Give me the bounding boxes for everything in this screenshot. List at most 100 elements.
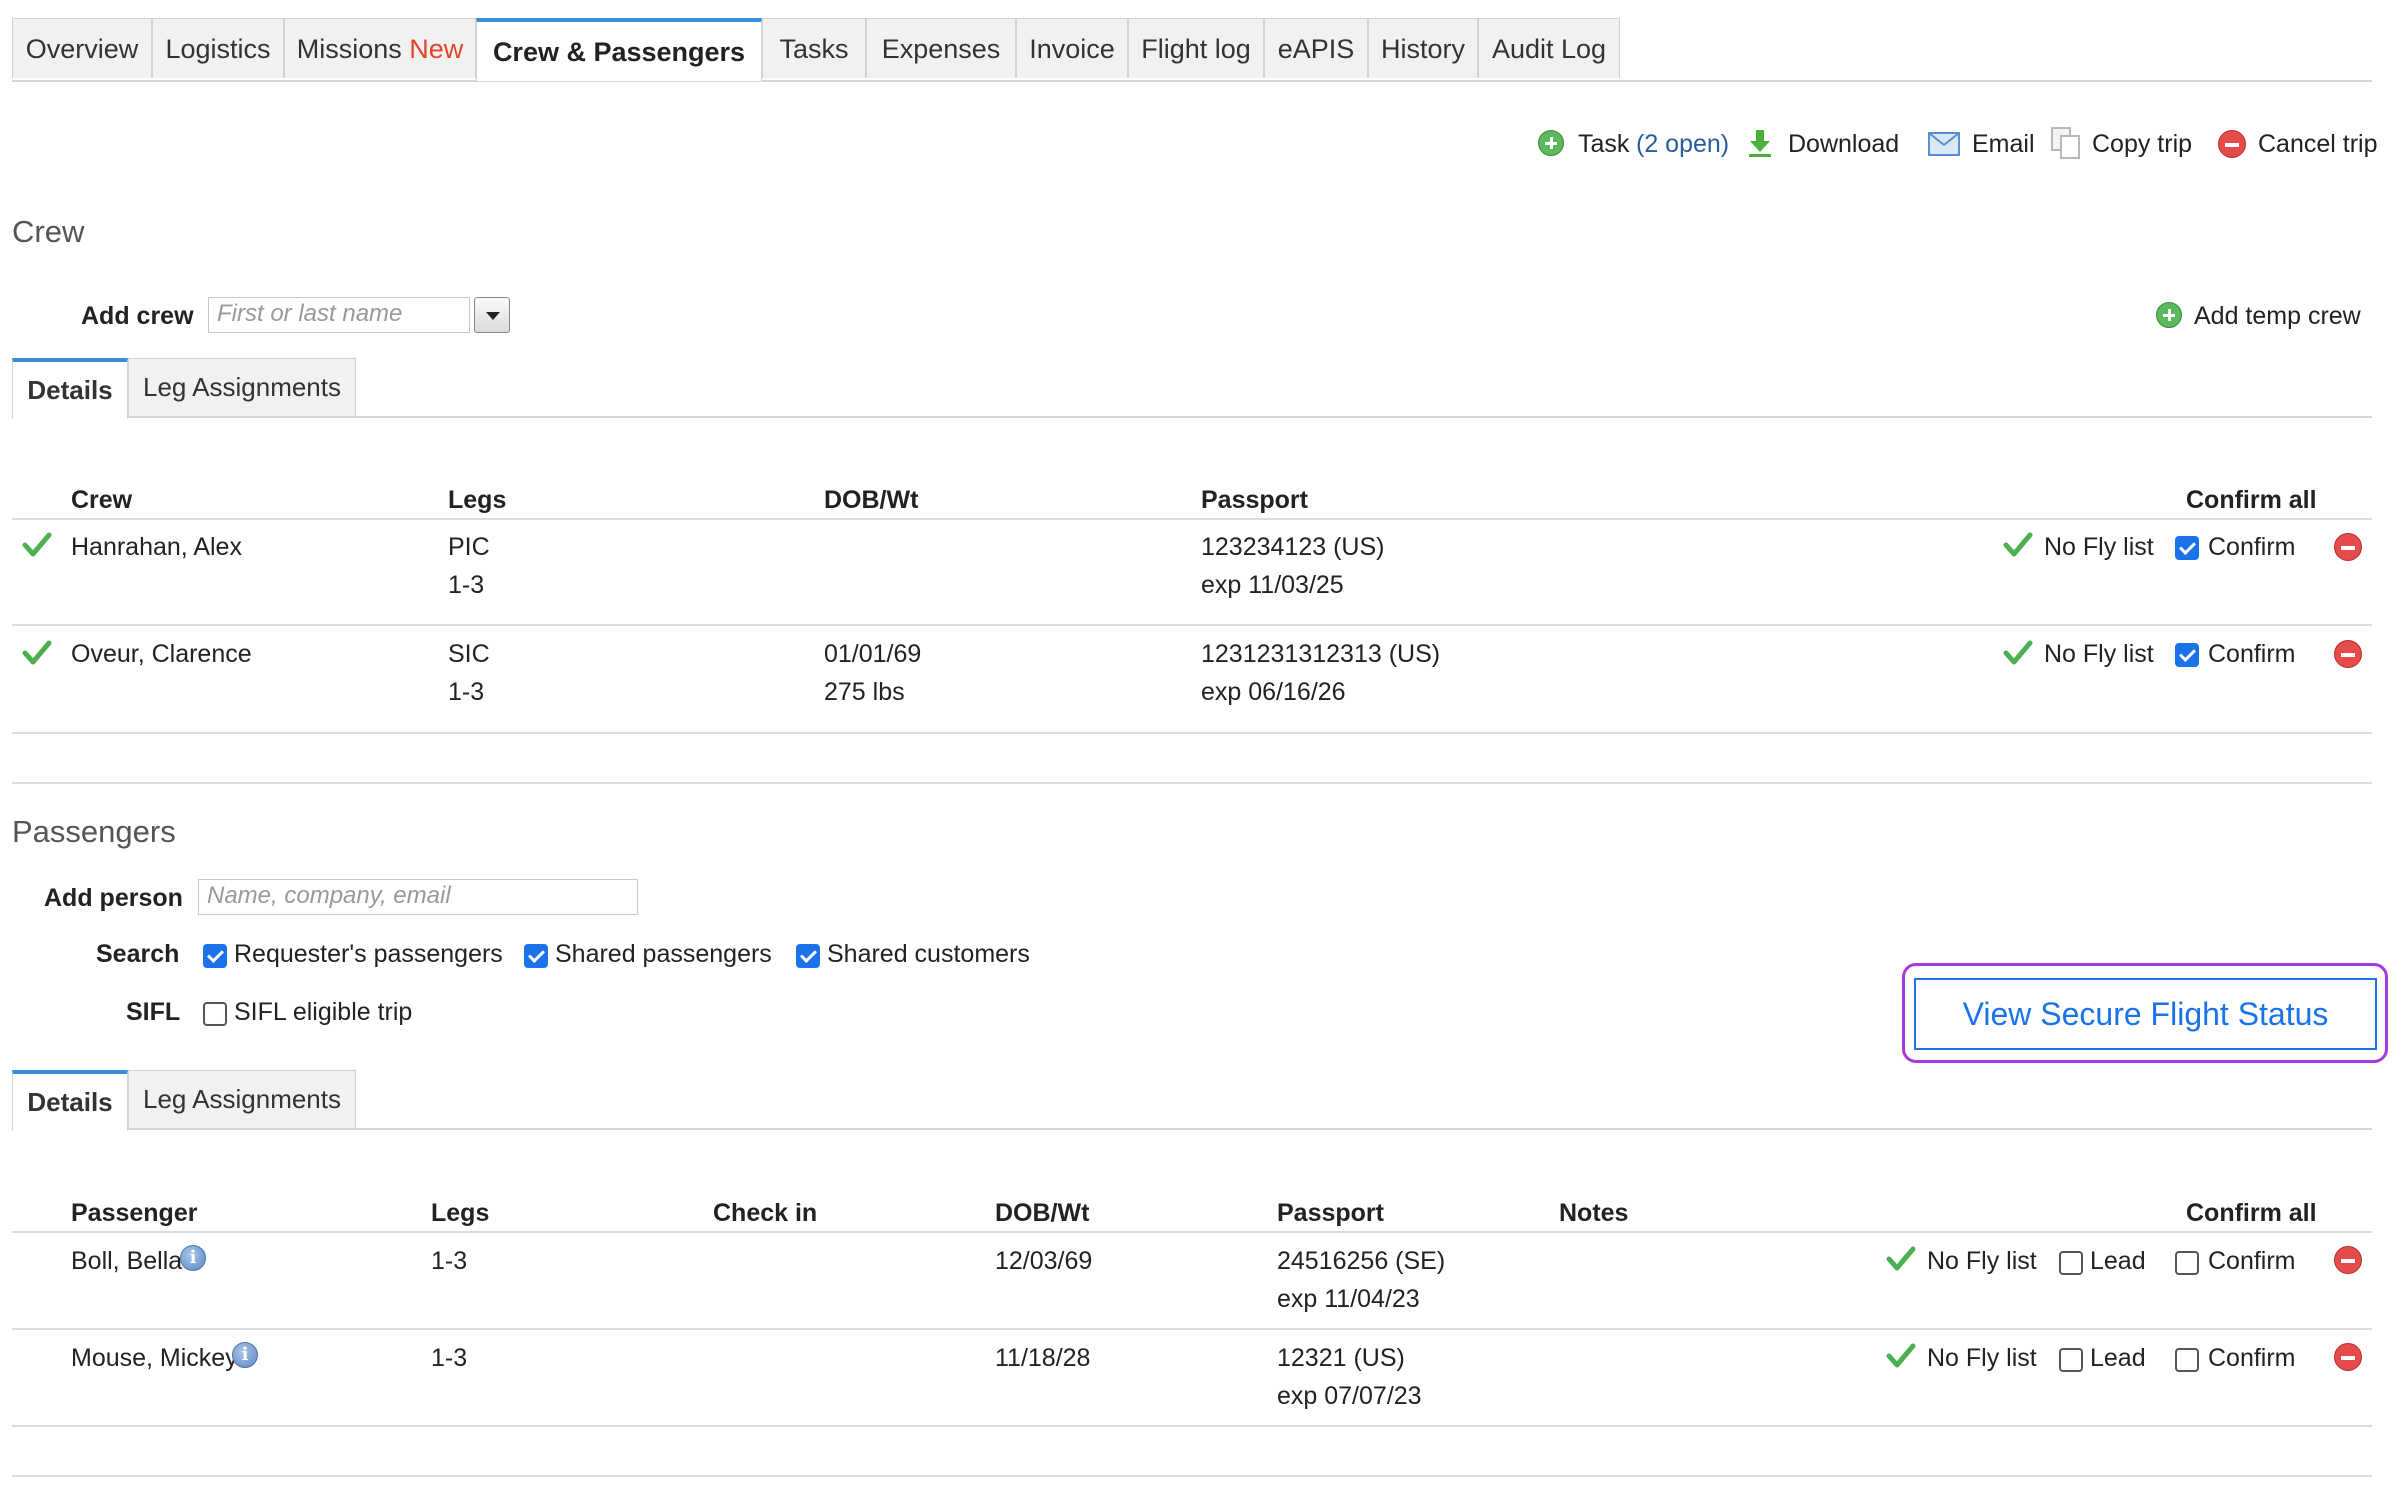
tab-label: Flight log bbox=[1141, 34, 1251, 64]
tab-expenses[interactable]: Expenses bbox=[866, 18, 1016, 78]
divider bbox=[12, 1328, 2372, 1330]
remove-passenger-icon[interactable] bbox=[2334, 1343, 2362, 1371]
search-shared-customers-checkbox[interactable] bbox=[796, 944, 820, 968]
passenger-dob: 12/03/69 bbox=[995, 1247, 1093, 1275]
pax-col-passenger: Passenger bbox=[71, 1199, 198, 1227]
crew-tab-details[interactable]: Details bbox=[12, 358, 128, 419]
tab-label: Expenses bbox=[881, 34, 1001, 64]
passenger-subtabs: Details Leg Assignments bbox=[12, 1070, 2372, 1131]
divider bbox=[12, 624, 2372, 626]
add-person-input[interactable]: Name, company, email bbox=[198, 879, 638, 915]
tab-history[interactable]: History bbox=[1368, 18, 1478, 78]
confirm-label: Confirm bbox=[2208, 533, 2296, 561]
crew-passport-exp: exp 11/03/25 bbox=[1201, 571, 1344, 599]
add-person-label: Add person bbox=[44, 884, 183, 912]
crew-confirm-checkbox[interactable] bbox=[2175, 536, 2199, 560]
lead-label: Lead bbox=[2090, 1344, 2146, 1372]
section-divider bbox=[12, 782, 2372, 784]
passenger-tab-details[interactable]: Details bbox=[12, 1070, 128, 1131]
passenger-tab-leg-assignments[interactable]: Leg Assignments bbox=[128, 1070, 356, 1128]
lead-checkbox[interactable] bbox=[2059, 1348, 2083, 1372]
tab-label: Leg Assignments bbox=[142, 1084, 341, 1114]
crew-col-crew: Crew bbox=[71, 486, 133, 514]
search-option-label: Shared passengers bbox=[555, 940, 772, 968]
no-fly-label: No Fly list bbox=[1927, 1247, 2037, 1275]
add-task-icon bbox=[1538, 130, 1564, 156]
passenger-legs: 1-3 bbox=[431, 1344, 468, 1372]
tab-crew-passengers[interactable]: Crew & Passengers bbox=[476, 18, 762, 81]
no-fly-check-icon bbox=[1886, 1343, 1916, 1368]
tab-audit-log[interactable]: Audit Log bbox=[1478, 18, 1620, 78]
tab-eapis[interactable]: eAPIS bbox=[1264, 18, 1368, 78]
main-tab-bar: Overview Logistics Missions New Crew & P… bbox=[12, 18, 2372, 82]
pax-col-notes: Notes bbox=[1559, 1199, 1629, 1227]
crew-col-legs: Legs bbox=[448, 486, 507, 514]
crew-tab-leg-assignments[interactable]: Leg Assignments bbox=[128, 358, 356, 416]
tab-invoice[interactable]: Invoice bbox=[1016, 18, 1128, 78]
remove-passenger-icon[interactable] bbox=[2334, 1246, 2362, 1274]
add-temp-crew-label: Add temp crew bbox=[2194, 302, 2361, 330]
remove-crew-icon[interactable] bbox=[2334, 533, 2362, 561]
passenger-passport: 24516256 (SE) bbox=[1277, 1247, 1446, 1275]
crew-col-passport: Passport bbox=[1201, 486, 1308, 514]
tab-flight-log[interactable]: Flight log bbox=[1128, 18, 1264, 78]
tab-label: History bbox=[1380, 34, 1465, 64]
tab-logistics[interactable]: Logistics bbox=[152, 18, 284, 78]
add-crew-label: Add crew bbox=[81, 302, 194, 330]
passenger-passport-exp: exp 11/04/23 bbox=[1277, 1285, 1420, 1313]
tab-label: Logistics bbox=[165, 34, 271, 64]
crew-col-dob: DOB/Wt bbox=[824, 486, 919, 514]
pax-col-dob: DOB/Wt bbox=[995, 1199, 1090, 1227]
tab-overview[interactable]: Overview bbox=[12, 18, 152, 78]
crew-name-link[interactable]: Oveur, Clarence bbox=[71, 640, 252, 669]
passenger-name-link[interactable]: Boll, Bella bbox=[71, 1247, 182, 1276]
search-option-label: Shared customers bbox=[827, 940, 1030, 968]
search-requesters-checkbox[interactable] bbox=[203, 944, 227, 968]
no-fly-check-icon bbox=[2003, 640, 2033, 665]
no-fly-label: No Fly list bbox=[2044, 640, 2154, 668]
confirm-label: Confirm bbox=[2208, 640, 2296, 668]
tab-label: Overview bbox=[25, 34, 139, 64]
crew-confirm-all-link[interactable]: Confirm all bbox=[2186, 486, 2317, 515]
tab-tasks[interactable]: Tasks bbox=[762, 18, 866, 78]
sifl-option-label: SIFL eligible trip bbox=[234, 998, 413, 1026]
search-shared-passengers-checkbox[interactable] bbox=[524, 944, 548, 968]
task-open-count[interactable]: (2 open) bbox=[1636, 126, 1729, 162]
confirm-label: Confirm bbox=[2208, 1344, 2296, 1372]
confirm-label: Confirm bbox=[2208, 1247, 2296, 1275]
pax-confirm-all-link[interactable]: Confirm all bbox=[2186, 1199, 2317, 1228]
check-icon bbox=[22, 640, 52, 665]
add-crew-input[interactable]: First or last name bbox=[208, 297, 470, 333]
crew-subtabs: Details Leg Assignments bbox=[12, 358, 2372, 419]
email-label: Email bbox=[1972, 130, 2035, 158]
crew-dob: 01/01/69 bbox=[824, 640, 922, 668]
tab-label: Audit Log bbox=[1491, 34, 1607, 64]
crew-passport-exp: exp 06/16/26 bbox=[1201, 678, 1346, 706]
remove-crew-icon[interactable] bbox=[2334, 640, 2362, 668]
add-crew-dropdown-button[interactable] bbox=[474, 297, 510, 333]
lead-checkbox[interactable] bbox=[2059, 1251, 2083, 1275]
passenger-name-link[interactable]: Mouse, Mickey bbox=[71, 1344, 238, 1373]
passenger-confirm-checkbox[interactable] bbox=[2175, 1251, 2199, 1275]
sifl-eligible-checkbox[interactable] bbox=[203, 1002, 227, 1026]
check-icon bbox=[22, 532, 52, 557]
tab-missions[interactable]: Missions New bbox=[284, 18, 476, 78]
passenger-confirm-checkbox[interactable] bbox=[2175, 1348, 2199, 1372]
divider bbox=[12, 518, 2372, 520]
no-fly-label: No Fly list bbox=[2044, 533, 2154, 561]
crew-confirm-checkbox[interactable] bbox=[2175, 643, 2199, 667]
crew-legs: 1-3 bbox=[448, 571, 485, 599]
email-icon bbox=[1928, 132, 1960, 156]
search-label: Search bbox=[96, 940, 180, 968]
new-badge: New bbox=[409, 34, 464, 64]
no-fly-label: No Fly list bbox=[1927, 1344, 2037, 1372]
info-icon[interactable]: i bbox=[232, 1342, 258, 1368]
crew-legs: 1-3 bbox=[448, 678, 485, 706]
view-secure-flight-status-button[interactable]: View Secure Flight Status bbox=[1914, 978, 2377, 1050]
copy-trip-label: Copy trip bbox=[2092, 130, 2193, 158]
crew-name-link[interactable]: Hanrahan, Alex bbox=[71, 533, 242, 562]
sifl-label: SIFL bbox=[126, 998, 181, 1026]
info-icon[interactable]: i bbox=[180, 1245, 206, 1271]
lead-label: Lead bbox=[2090, 1247, 2146, 1275]
tab-label: Invoice bbox=[1029, 34, 1115, 64]
